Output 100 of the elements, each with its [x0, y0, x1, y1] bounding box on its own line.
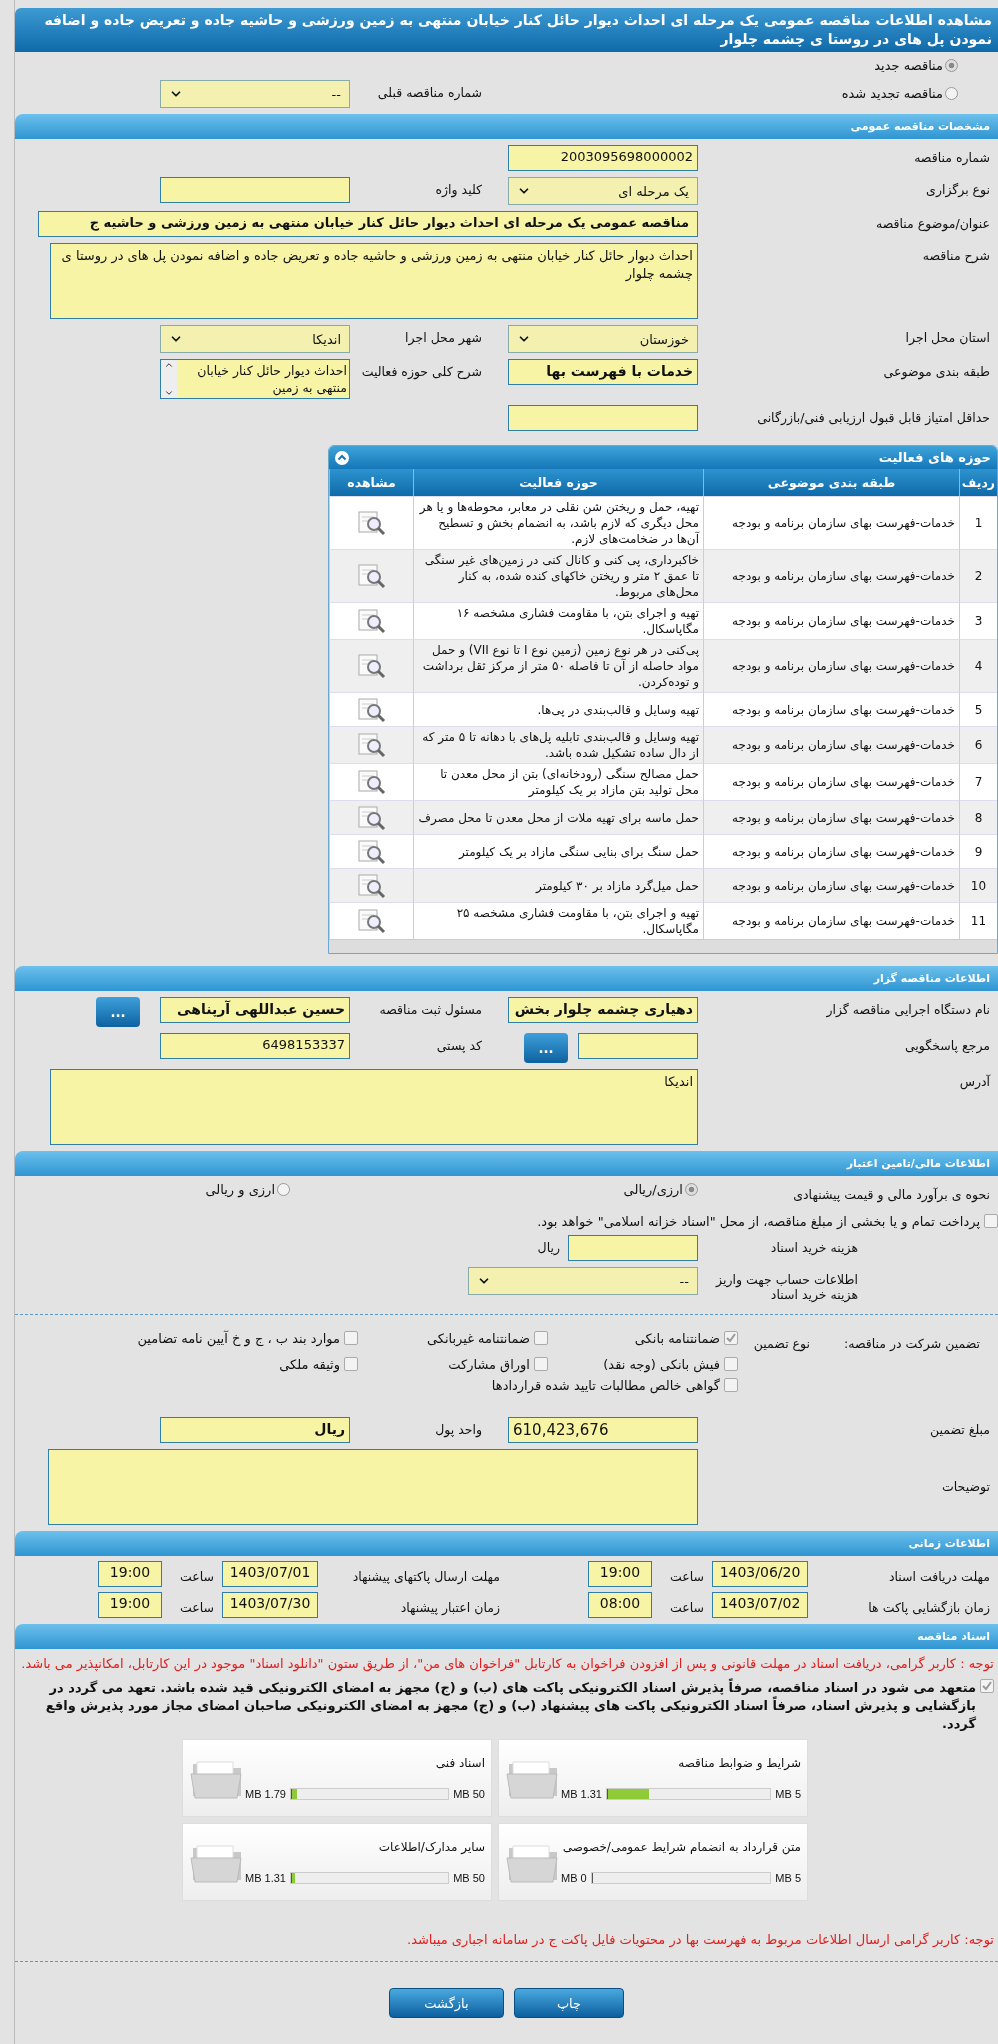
textarea-field[interactable]	[48, 1449, 698, 1525]
table-cell: 7	[959, 763, 997, 800]
max-size: 50 MB	[453, 1788, 485, 1800]
scroll-up-icon[interactable]	[164, 360, 174, 370]
file-name: سایر مدارک/اطلاعات	[377, 1840, 485, 1854]
scroll-down-icon[interactable]	[164, 388, 174, 398]
table-cell: خدمات-فهرست بهای سازمان برنامه و بودجه	[703, 834, 959, 868]
magnifier-document-icon[interactable]	[356, 653, 387, 679]
text-field[interactable]: 2003095698000002	[508, 145, 698, 171]
checkbox[interactable]	[344, 1331, 358, 1345]
table-cell: خدمات-فهرست بهای سازمان برنامه و بودجه	[703, 692, 959, 726]
magnifier-document-icon[interactable]	[356, 769, 387, 795]
checkbox-option[interactable]: فیش بانکی (وجه نقد)	[603, 1357, 738, 1372]
table-cell: خدمات-فهرست بهای سازمان برنامه و بودجه	[703, 602, 959, 639]
magnifier-document-icon[interactable]	[356, 804, 387, 831]
browse-button[interactable]: ...	[524, 1033, 568, 1063]
field-label: کلید واژه	[434, 181, 483, 197]
text-field[interactable]: مناقصه عمومی یک مرحله ای احداث دیوار حائل کنار خیابان منتهی به زمین ورزشی و حاشیه ج	[38, 211, 698, 237]
field-label: هزینه خرید اسناد	[769, 1239, 859, 1255]
table-cell: خدمات-فهرست بهای سازمان برنامه و بودجه	[703, 549, 959, 602]
radio-option[interactable]: مناقصه جدید	[874, 57, 958, 73]
radio-option[interactable]: ارزی/ریالی	[623, 1182, 698, 1197]
field-label: ساعت	[669, 1568, 705, 1584]
notice-text: توجه: کاربر گرامی ارسال اطلاعات مربوط به فهرست بها در محتویات فایل پاکت ج در سامانه اجباری میباشد.	[406, 1931, 994, 1949]
field-label: زمان بازگشایی پاکت ها	[867, 1599, 991, 1615]
checkbox-option[interactable]: گواهی خالص مطالبات تایید شده قراردادها	[491, 1378, 738, 1393]
field-label: اطلاعات حساب جهت واریز هزینه خرید اسناد	[714, 1271, 859, 1302]
checkbox[interactable]	[724, 1331, 738, 1345]
select-field[interactable]: یک مرحله ای	[508, 177, 698, 205]
magnifier-document-icon[interactable]	[356, 563, 387, 589]
date-field[interactable]: 1403/07/30	[222, 1592, 318, 1618]
time-field[interactable]: 19:00	[588, 1561, 652, 1587]
field-label: مهلت ارسال پاکتهای پیشنهاد	[351, 1568, 501, 1584]
max-size: 5 MB	[775, 1872, 801, 1884]
text-field[interactable]: دهیاری چشمه چلوار بخش	[508, 997, 698, 1023]
text-field[interactable]: ریال	[160, 1417, 350, 1443]
checkbox[interactable]	[724, 1378, 738, 1392]
text-field[interactable]: حسین عبداللهی آرپناهی	[160, 997, 350, 1023]
select-field[interactable]: خوزستان	[508, 325, 698, 353]
radio-button[interactable]	[945, 58, 958, 72]
radio-button[interactable]	[945, 86, 958, 100]
text-field[interactable]: 610,423,676	[508, 1417, 698, 1443]
back-button[interactable]: بازگشت	[389, 1988, 504, 2018]
text-field[interactable]	[508, 405, 698, 431]
field-label: آدرس	[958, 1073, 992, 1089]
text-field[interactable]: 6498153337	[160, 1033, 350, 1059]
time-field[interactable]: 19:00	[98, 1592, 162, 1618]
text-field[interactable]	[568, 1235, 698, 1261]
checkbox[interactable]	[984, 1214, 998, 1228]
checkbox-option[interactable]: موارد بند ب ، ج و خ آیین نامه تضامین	[137, 1331, 358, 1351]
select-field[interactable]: اندیکا	[160, 325, 350, 353]
checkbox[interactable]	[980, 1679, 994, 1693]
checkbox-option[interactable]: ضمانتنامه بانکی	[634, 1331, 738, 1351]
checkbox-option[interactable]: ضمانتنامه غیربانکی	[426, 1331, 548, 1351]
magnifier-document-icon[interactable]	[356, 838, 387, 865]
date-field[interactable]: 1403/06/20	[712, 1561, 808, 1587]
field-label: شرح مناقصه	[921, 247, 991, 263]
magnifier-document-icon[interactable]	[356, 732, 387, 758]
radio-button[interactable]	[685, 1183, 698, 1196]
radio-button[interactable]	[277, 1183, 290, 1196]
checkbox-option[interactable]: اوراق مشارکت	[448, 1357, 548, 1372]
checkbox[interactable]	[534, 1357, 548, 1371]
magnifier-document-icon[interactable]	[356, 696, 387, 723]
text-field[interactable]: خدمات با فهرست بها	[508, 359, 698, 385]
checkbox[interactable]	[344, 1357, 358, 1371]
text-field[interactable]	[578, 1033, 698, 1059]
horizontal-scrollbar[interactable]	[329, 939, 997, 953]
magnifier-document-icon[interactable]	[356, 608, 387, 634]
time-field[interactable]: 08:00	[588, 1592, 652, 1618]
time-field[interactable]: 19:00	[98, 1561, 162, 1587]
section-header: اطلاعات مالی/تامین اعتبار	[15, 1151, 998, 1176]
textarea-field[interactable]: اندیکا	[50, 1069, 698, 1145]
checkbox-option[interactable]: وثیقه ملکی	[279, 1357, 358, 1372]
max-size: 5 MB	[775, 1788, 801, 1800]
magnifier-document-icon[interactable]	[356, 510, 387, 536]
table-cell: حمل ماسه برای تهیه ملات از محل معدن تا محل مصرف	[413, 800, 703, 834]
file-name: اسناد فنی	[434, 1756, 485, 1770]
select-field[interactable]: --	[160, 80, 350, 108]
radio-option[interactable]: مناقصه تجدید شده	[841, 85, 958, 101]
print-button[interactable]: چاپ	[514, 1988, 624, 2018]
max-size: 50 MB	[453, 1872, 485, 1884]
date-field[interactable]: 1403/07/01	[222, 1561, 318, 1587]
magnifier-document-icon[interactable]	[356, 872, 387, 899]
field-label: نام دستگاه اجرایی مناقصه گزار	[825, 1001, 991, 1017]
text-field[interactable]	[160, 177, 350, 203]
table-cell: حمل سنگ برای بنایی سنگی مازاد بر یک کیلومتر	[413, 834, 703, 868]
table-cell: 3	[959, 602, 997, 639]
collapse-icon[interactable]	[335, 450, 349, 465]
checkbox[interactable]	[534, 1331, 548, 1345]
date-field[interactable]: 1403/07/02	[712, 1592, 808, 1618]
magnifier-document-icon[interactable]	[356, 908, 387, 934]
textarea-field[interactable]: احداث دیوار حائل کنار خیابان منتهی به زمین ورزشی و حاشیه جاده و تعریض جاده و اضافه نمودن پل های در روستا ی چشمه چلوار	[50, 243, 698, 319]
table-cell: 6	[959, 726, 997, 763]
checkbox[interactable]	[724, 1357, 738, 1371]
section-header: اطلاعات مناقصه گزار	[15, 966, 998, 991]
radio-option[interactable]: ارزی و ریالی	[205, 1182, 290, 1197]
table-cell: خاکبرداری، پی کنی و کانال کنی در زمین‌های غیر سنگی تا عمق ۲ متر و ریختن خاکهای کنده شده، به کنار محل‌های مربوط.	[413, 549, 703, 602]
select-field[interactable]: --	[468, 1267, 698, 1295]
browse-button[interactable]: ...	[96, 997, 140, 1027]
list-box[interactable]: احداث دیوار حائل کنار خیابان منتهی به زمین	[160, 359, 350, 399]
